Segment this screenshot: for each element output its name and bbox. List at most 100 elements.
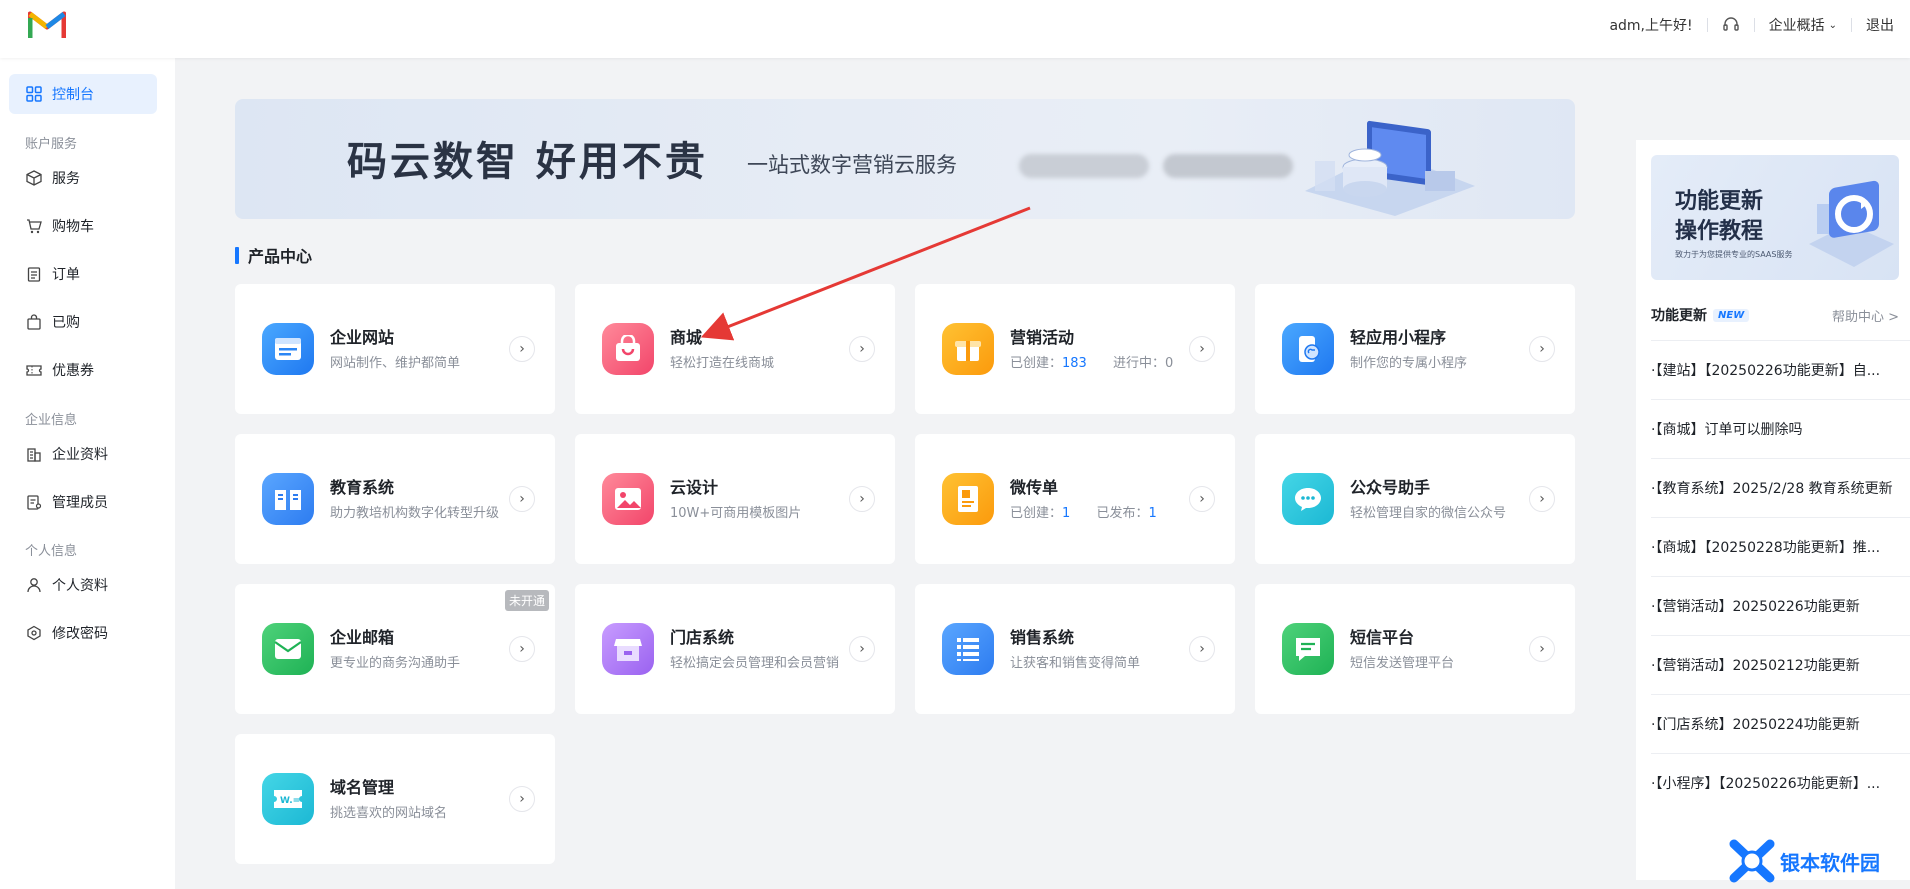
sidebar-item-label: 订单 <box>52 267 80 283</box>
company-overview-dropdown[interactable]: 企业概括 ⌄ <box>1755 15 1851 35</box>
news-item[interactable]: ·【小程序】【20250226功能更新】... <box>1651 753 1910 811</box>
product-card-domain[interactable]: W.= 域名管理 挑选喜欢的网站域名 › <box>235 734 555 864</box>
brand-logo[interactable] <box>28 10 66 40</box>
product-card-store[interactable]: 门店系统 轻松搞定会员管理和会员营销 › <box>575 584 895 714</box>
chevron-right-icon[interactable]: › <box>849 636 875 662</box>
product-desc: 10W+可商用模板图片 <box>670 506 802 521</box>
not-activated-badge: 未开通 <box>504 590 549 611</box>
sidebar-item-members[interactable]: 管理成员 <box>9 482 157 522</box>
product-card-marketing[interactable]: 营销活动 已创建：183 进行中：0 › <box>915 284 1235 414</box>
updates-header: 功能更新 NEW 帮助中心 > <box>1651 305 1899 325</box>
product-card-miniapp[interactable]: 轻应用小程序 制作您的专属小程序 › <box>1255 284 1575 414</box>
sidebar-item-label: 已购 <box>52 315 80 331</box>
product-stats: 已创建：183 进行中：0 <box>1010 352 1173 371</box>
storefront-icon <box>602 623 654 675</box>
sidebar-item-label: 服务 <box>52 171 80 187</box>
chevron-right-icon[interactable]: › <box>1529 486 1555 512</box>
gift-icon <box>942 323 994 375</box>
logout-button[interactable]: 退出 <box>1852 15 1910 35</box>
sidebar-item-password[interactable]: 修改密码 <box>9 613 157 653</box>
header-actions: adm,上午好! 企业概括 ⌄ 退出 <box>1595 0 1910 50</box>
news-item[interactable]: ·【商城】【20250228功能更新】推... <box>1651 517 1910 575</box>
chevron-down-icon: ⌄ <box>1828 19 1837 31</box>
chevron-right-icon[interactable]: › <box>1189 336 1215 362</box>
image-icon <box>602 473 654 525</box>
mail-icon <box>262 623 314 675</box>
watermark-logo-icon <box>1729 839 1775 883</box>
product-card-enterprise-mail[interactable]: 未开通 企业邮箱 更专业的商务沟通助手 › <box>235 584 555 714</box>
help-center-link[interactable]: 帮助中心 > <box>1832 306 1899 325</box>
product-desc: 轻松管理自家的微信公众号 <box>1350 506 1507 521</box>
news-item[interactable]: ·【教育系统】2025/2/28 教育系统更新 <box>1651 458 1910 516</box>
sidebar-item-service[interactable]: 服务 <box>9 158 157 198</box>
sidebar-item-personal-profile[interactable]: 个人资料 <box>9 565 157 605</box>
server-illustration-icon <box>1305 120 1475 216</box>
clipboard-icon <box>26 266 42 282</box>
section-title-product-center: 产品中心 <box>235 243 312 267</box>
support-headset-icon[interactable] <box>1708 16 1754 34</box>
product-card-micro-flyer[interactable]: 微传单 已创建：1 已发布：1 › <box>915 434 1235 564</box>
chevron-right-icon[interactable]: › <box>509 636 535 662</box>
message-icon <box>1282 623 1334 675</box>
section-accent-bar <box>235 246 239 264</box>
coupon-icon <box>26 362 42 378</box>
running-label: 进行中： <box>1112 356 1165 371</box>
news-item[interactable]: ·【营销活动】20250226功能更新 <box>1651 576 1910 634</box>
right-panel: 功能更新 操作教程 致力于为您提供专业的SAAS服务 功能更新 NEW 帮助中心… <box>1636 140 1910 880</box>
banner-title: 码云数智 好用不贵 <box>347 139 708 185</box>
product-desc: 网站制作、维护都简单 <box>330 356 461 371</box>
mini-program-icon <box>1282 323 1334 375</box>
hexagon-settings-icon <box>26 625 42 641</box>
product-desc: 更专业的商务沟通助手 <box>330 656 461 671</box>
chevron-right-icon[interactable]: › <box>1529 336 1555 362</box>
blurred-contact-info <box>1163 154 1293 178</box>
product-card-education[interactable]: 教育系统 助力教培机构数字化转型升级 › <box>235 434 555 564</box>
sidebar-item-company-profile[interactable]: 企业资料 <box>9 434 157 474</box>
shopping-bag-icon <box>602 323 654 375</box>
product-name: 云设计 <box>670 478 719 497</box>
published-count: 1 <box>1148 506 1157 521</box>
chevron-right-icon[interactable]: › <box>1189 486 1215 512</box>
product-card-website[interactable]: 企业网站 网站制作、维护都简单 › <box>235 284 555 414</box>
product-desc: 助力教培机构数字化转型升级 <box>330 506 500 521</box>
cart-icon <box>26 218 42 234</box>
news-item[interactable]: ·【建站】【20250226功能更新】自... <box>1651 340 1910 398</box>
sidebar-item-coupons[interactable]: 优惠券 <box>9 350 157 390</box>
tutorial-banner[interactable]: 功能更新 操作教程 致力于为您提供专业的SAAS服务 <box>1651 155 1899 280</box>
section-title-text: 产品中心 <box>248 247 313 266</box>
sidebar-item-label: 购物车 <box>52 219 94 235</box>
news-item[interactable]: ·【门店系统】20250224功能更新 <box>1651 694 1910 752</box>
chevron-right-icon[interactable]: › <box>1189 636 1215 662</box>
chevron-right-icon[interactable]: › <box>509 786 535 812</box>
sidebar-item-label: 控制台 <box>52 87 94 103</box>
product-name: 微传单 <box>1010 478 1059 497</box>
product-card-sms[interactable]: 短信平台 短信发送管理平台 › <box>1255 584 1575 714</box>
news-item[interactable]: ·【营销活动】20250212功能更新 <box>1651 635 1910 693</box>
product-card-wechat-assistant[interactable]: 公众号助手 轻松管理自家的微信公众号 › <box>1255 434 1575 564</box>
sidebar-item-cart[interactable]: 购物车 <box>9 206 157 246</box>
building-icon <box>26 446 42 462</box>
chevron-right-icon[interactable]: › <box>849 336 875 362</box>
sidebar-item-purchased[interactable]: 已购 <box>9 302 157 342</box>
promo-banner[interactable]: 码云数智 好用不贵 一站式数字营销云服务 <box>235 99 1575 219</box>
chevron-right-icon[interactable]: › <box>509 336 535 362</box>
running-count: 0 <box>1165 356 1174 371</box>
chevron-right-icon[interactable]: › <box>509 486 535 512</box>
nav-group-account: 账户服务 <box>25 137 78 152</box>
flyer-icon <box>942 473 994 525</box>
document-user-icon <box>26 494 42 510</box>
new-badge: NEW <box>1713 308 1750 322</box>
chevron-right-icon[interactable]: › <box>1529 636 1555 662</box>
box-icon <box>26 170 42 186</box>
product-desc: 轻松打造在线商城 <box>670 356 775 371</box>
product-card-mall[interactable]: 商城 轻松打造在线商城 › <box>575 284 895 414</box>
product-card-cloud-design[interactable]: 云设计 10W+可商用模板图片 › <box>575 434 895 564</box>
created-count: 1 <box>1062 506 1071 521</box>
sidebar-item-orders[interactable]: 订单 <box>9 254 157 294</box>
product-card-sales[interactable]: 销售系统 让获客和销售变得简单 › <box>915 584 1235 714</box>
product-name: 教育系统 <box>330 478 395 497</box>
chevron-right-icon[interactable]: › <box>849 486 875 512</box>
tutorial-banner-title-2: 操作教程 <box>1675 219 1764 244</box>
sidebar-item-console[interactable]: 控制台 <box>9 74 157 114</box>
news-item[interactable]: ·【商城】订单可以删除吗 <box>1651 399 1910 457</box>
